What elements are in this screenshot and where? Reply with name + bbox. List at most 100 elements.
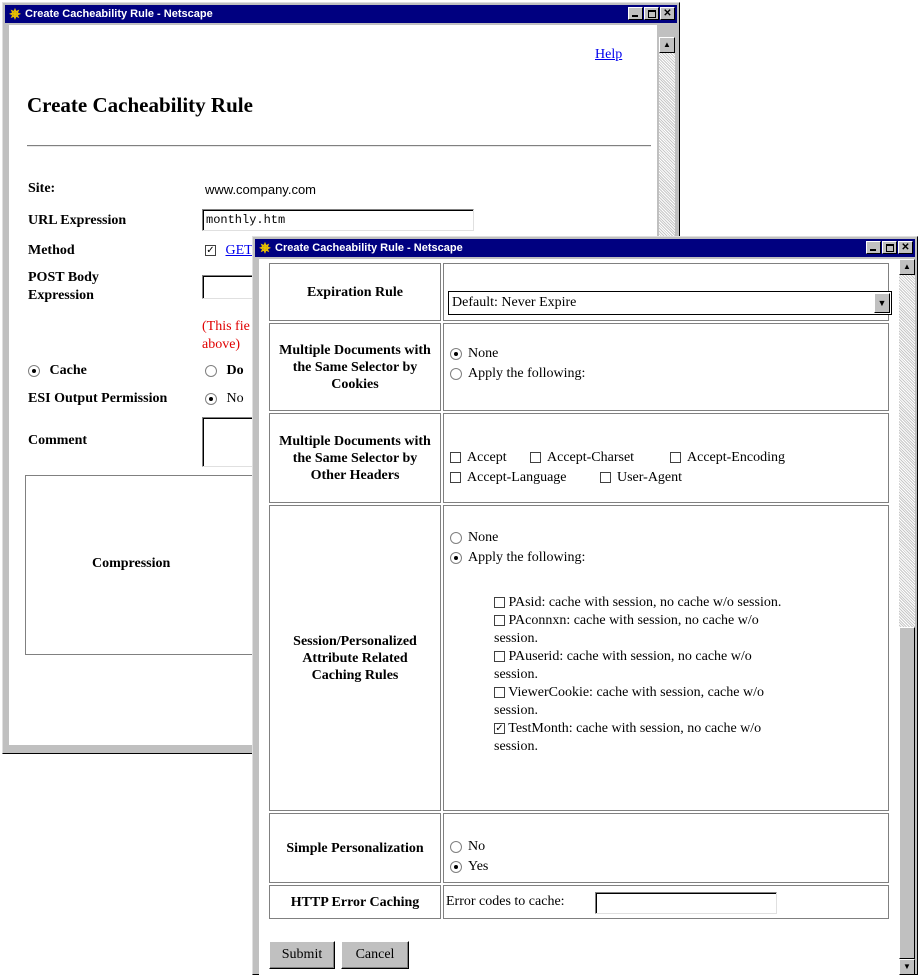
viewercookie-rule-label-cont: session. bbox=[494, 703, 538, 718]
accept-language-label: Accept-Language bbox=[467, 470, 567, 485]
esi-no-radio[interactable] bbox=[205, 392, 217, 405]
simple-yes-option[interactable]: Yes bbox=[450, 859, 488, 875]
expiration-rule-select[interactable]: Default: Never Expire ▼ bbox=[448, 291, 892, 315]
cookies-cell: None Apply the following: bbox=[443, 323, 889, 411]
accept-option[interactable]: Accept bbox=[450, 450, 507, 466]
accept-checkbox[interactable] bbox=[450, 452, 461, 464]
accept-encoding-label: Accept-Encoding bbox=[687, 450, 785, 465]
session-cell: None Apply the following: PAsid: cache w… bbox=[443, 505, 889, 811]
dont-cache-radio[interactable] bbox=[205, 364, 217, 377]
simple-no-radio[interactable] bbox=[450, 840, 462, 853]
simple-no-label: No bbox=[468, 839, 486, 854]
session-rule[interactable]: PAconnxn: cache with session, no cache w… bbox=[494, 612, 884, 648]
session-rule[interactable]: ✓ TestMonth: cache with session, no cach… bbox=[494, 720, 884, 756]
cache-label: Cache bbox=[49, 363, 87, 378]
testmonth-checkbox[interactable]: ✓ bbox=[494, 723, 505, 735]
cookies-apply-label: Apply the following: bbox=[468, 366, 586, 381]
accept-charset-option[interactable]: Accept-Charset bbox=[530, 450, 634, 466]
post-body-label: POST Body Expression bbox=[28, 270, 99, 303]
minimize-button[interactable] bbox=[628, 7, 643, 20]
cookies-apply-option[interactable]: Apply the following: bbox=[450, 366, 585, 382]
compression-label: Compression bbox=[92, 556, 171, 571]
site-value: www.company.com bbox=[205, 182, 317, 197]
esi-no-option[interactable]: No bbox=[205, 391, 244, 407]
session-rule[interactable]: ViewerCookie: cache with session, cache … bbox=[494, 684, 884, 720]
session-label: Session/Personalized Attribute Related C… bbox=[269, 505, 441, 811]
title-bar[interactable]: ✵ Create Cacheability Rule - Netscape ✕ bbox=[5, 5, 677, 23]
accept-charset-label: Accept-Charset bbox=[547, 450, 635, 465]
user-agent-label: User-Agent bbox=[617, 470, 683, 485]
viewercookie-rule-label: ViewerCookie: cache with session, cache … bbox=[508, 685, 764, 700]
window-title: Create Cacheability Rule - Netscape bbox=[275, 242, 463, 254]
http-error-caching-cell: Error codes to cache: bbox=[443, 885, 889, 919]
cookies-none-label: None bbox=[468, 346, 499, 361]
page-content: Expiration Rule Default: Never Expire ▼ … bbox=[259, 259, 899, 975]
get-link[interactable]: GET bbox=[226, 243, 253, 258]
accept-language-checkbox[interactable] bbox=[450, 472, 461, 484]
cookies-none-radio[interactable] bbox=[450, 347, 462, 360]
minimize-button[interactable] bbox=[866, 241, 881, 254]
chevron-down-icon[interactable]: ▼ bbox=[874, 293, 890, 313]
dont-cache-option[interactable]: Do bbox=[205, 363, 244, 379]
window-title: Create Cacheability Rule - Netscape bbox=[25, 8, 213, 20]
netscape-icon: ✵ bbox=[259, 240, 271, 256]
paconnxn-rule-label: PAconnxn: cache with session, no cache w… bbox=[508, 613, 759, 628]
window-create-rule-front: ✵ Create Cacheability Rule - Netscape ✕ … bbox=[252, 236, 918, 975]
divider bbox=[27, 145, 651, 147]
pauserid-rule-label-cont: session. bbox=[494, 667, 538, 682]
scroll-down-arrow[interactable]: ▼ bbox=[899, 959, 915, 975]
simple-yes-radio[interactable] bbox=[450, 860, 462, 873]
maximize-button[interactable] bbox=[882, 241, 897, 254]
session-apply-option[interactable]: Apply the following: bbox=[450, 550, 585, 566]
session-apply-radio[interactable] bbox=[450, 551, 462, 564]
maximize-button[interactable] bbox=[644, 7, 659, 20]
expiration-rule-label: Expiration Rule bbox=[269, 263, 441, 321]
pasid-checkbox[interactable] bbox=[494, 597, 505, 609]
paconnxn-checkbox[interactable] bbox=[494, 615, 505, 627]
scroll-thumb[interactable] bbox=[899, 627, 915, 959]
accept-language-option[interactable]: Accept-Language bbox=[450, 470, 567, 486]
cache-option[interactable]: Cache bbox=[28, 363, 87, 379]
accept-label: Accept bbox=[467, 450, 507, 465]
http-error-caching-label: HTTP Error Caching bbox=[269, 885, 441, 919]
cookies-apply-radio[interactable] bbox=[450, 367, 462, 380]
vertical-scrollbar[interactable]: ▲ ▼ bbox=[899, 259, 915, 975]
session-rule[interactable]: PAsid: cache with session, no cache w/o … bbox=[494, 594, 884, 612]
headers-label: Multiple Documents with the Same Selecto… bbox=[269, 413, 441, 503]
pauserid-checkbox[interactable] bbox=[494, 651, 505, 663]
accept-encoding-checkbox[interactable] bbox=[670, 452, 681, 464]
cancel-button[interactable]: Cancel bbox=[341, 941, 409, 969]
expiration-rule-value: Default: Never Expire bbox=[452, 295, 577, 310]
dont-cache-label: Do bbox=[226, 363, 244, 378]
url-expression-input[interactable]: monthly.htm bbox=[202, 209, 474, 231]
user-agent-checkbox[interactable] bbox=[600, 472, 611, 484]
cache-radio[interactable] bbox=[28, 364, 40, 377]
viewercookie-checkbox[interactable] bbox=[494, 687, 505, 699]
simple-personalization-label: Simple Personalization bbox=[269, 813, 441, 883]
cookies-none-option[interactable]: None bbox=[450, 346, 498, 362]
paconnxn-rule-label-cont: session. bbox=[494, 631, 538, 646]
close-button[interactable]: ✕ bbox=[660, 7, 675, 20]
site-label: Site: bbox=[28, 181, 56, 196]
simple-no-option[interactable]: No bbox=[450, 839, 485, 855]
compression-section: Compression bbox=[25, 475, 265, 655]
get-checkbox[interactable]: ✓ bbox=[205, 245, 216, 257]
esi-output-label: ESI Output Permission bbox=[28, 391, 168, 406]
scroll-up-arrow[interactable]: ▲ bbox=[659, 37, 675, 53]
user-agent-option[interactable]: User-Agent bbox=[600, 470, 682, 486]
session-none-radio[interactable] bbox=[450, 531, 462, 544]
close-button[interactable]: ✕ bbox=[898, 241, 913, 254]
accept-charset-checkbox[interactable] bbox=[530, 452, 541, 464]
submit-button[interactable]: Submit bbox=[269, 941, 335, 969]
headers-cell: Accept Accept-Charset Accept-Encoding Ac… bbox=[443, 413, 889, 503]
error-codes-label: Error codes to cache: bbox=[446, 894, 565, 909]
accept-encoding-option[interactable]: Accept-Encoding bbox=[670, 450, 785, 466]
error-codes-input[interactable] bbox=[595, 892, 777, 914]
title-bar[interactable]: ✵ Create Cacheability Rule - Netscape ✕ bbox=[255, 239, 915, 257]
pauserid-rule-label: PAuserid: cache with session, no cache w… bbox=[508, 649, 752, 664]
help-link[interactable]: Help bbox=[595, 47, 622, 63]
session-none-option[interactable]: None bbox=[450, 530, 498, 546]
session-rule[interactable]: PAuserid: cache with session, no cache w… bbox=[494, 648, 884, 684]
scroll-up-arrow[interactable]: ▲ bbox=[899, 259, 915, 275]
method-get-option[interactable]: ✓ GET bbox=[205, 243, 253, 259]
